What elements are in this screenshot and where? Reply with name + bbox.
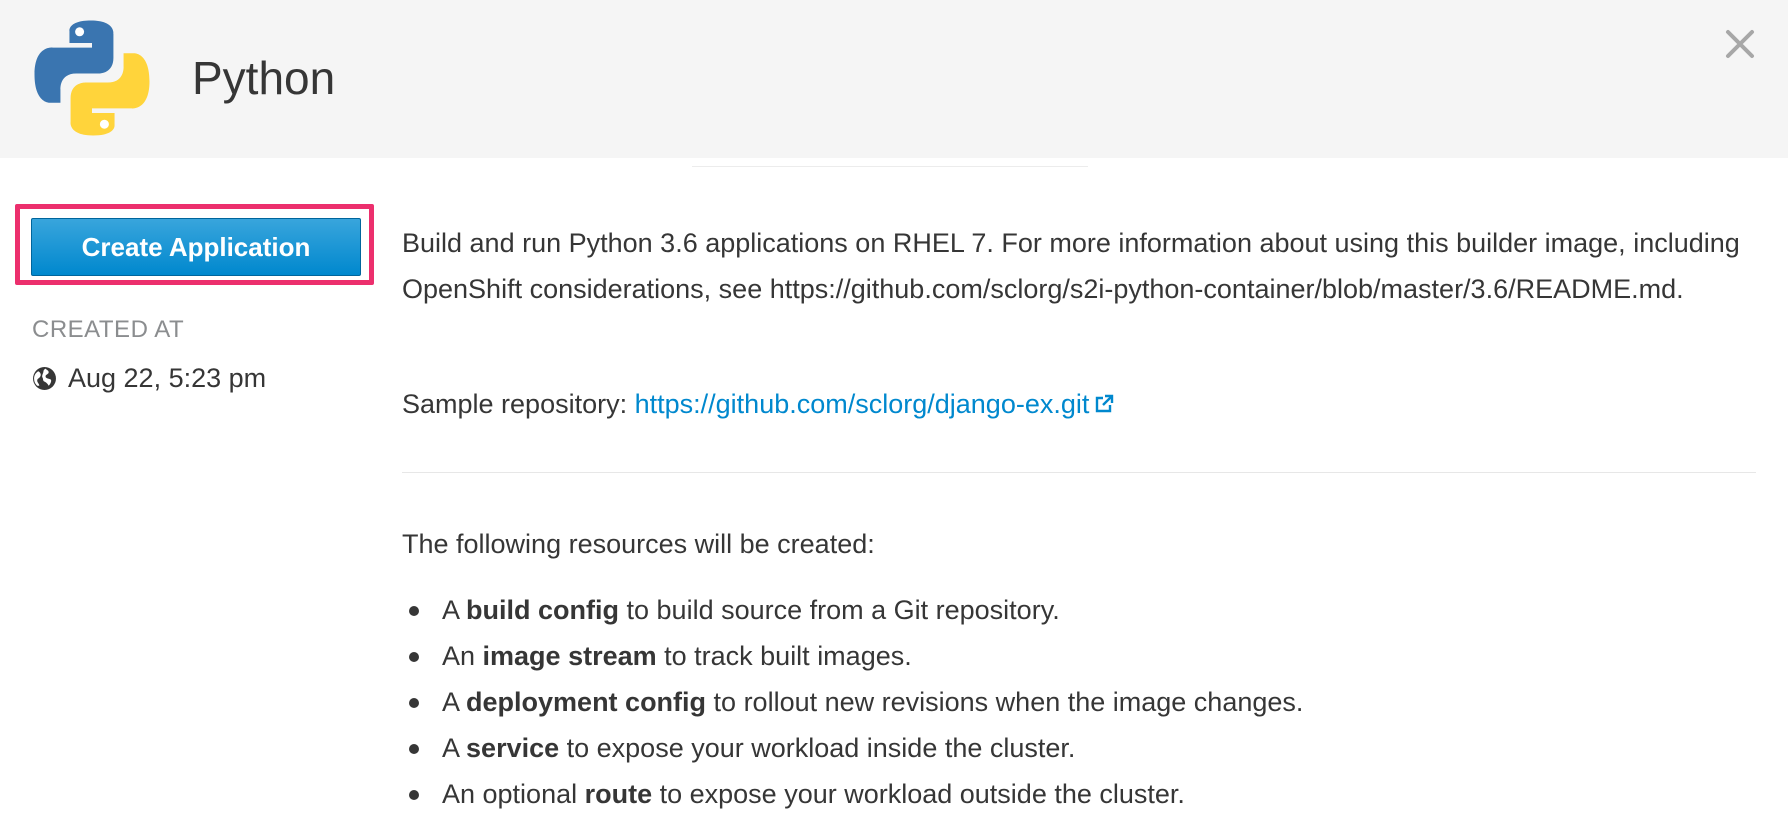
list-item: An image stream to track built images. xyxy=(402,636,1303,682)
description-section: Build and run Python 3.6 applications on… xyxy=(402,220,1758,312)
resources-intro: The following resources will be created: xyxy=(402,529,875,559)
resources-list: A build config to build source from a Gi… xyxy=(402,590,1303,820)
page-title: Python xyxy=(192,52,336,104)
header-divider xyxy=(692,166,1088,167)
created-at-label: CREATED AT xyxy=(32,316,185,343)
bullet-icon xyxy=(409,652,419,662)
bullet-icon xyxy=(409,790,419,800)
created-at-row: Aug 22, 5:23 pm xyxy=(32,360,266,396)
bullet-icon xyxy=(409,606,419,616)
list-item: A deployment config to rollout new revis… xyxy=(402,682,1303,728)
sample-repository-link[interactable]: https://github.com/sclorg/django-ex.git xyxy=(635,389,1116,419)
section-divider xyxy=(402,472,1756,473)
description-text: Build and run Python 3.6 applications on… xyxy=(402,228,1740,304)
list-item: A build config to build source from a Gi… xyxy=(402,590,1303,636)
sample-repository: Sample repository: https://github.com/sc… xyxy=(402,384,1115,424)
modal-header: Python xyxy=(0,0,1788,158)
globe-icon xyxy=(33,366,56,390)
created-at-value: Aug 22, 5:23 pm xyxy=(68,362,267,393)
bullet-icon xyxy=(409,744,419,754)
sample-repository-label: Sample repository: xyxy=(402,389,628,419)
list-item: A service to expose your workload inside… xyxy=(402,728,1303,774)
bullet-icon xyxy=(409,698,419,708)
create-application-button[interactable]: Create Application xyxy=(31,218,361,276)
python-logo-icon xyxy=(34,20,150,136)
close-icon[interactable] xyxy=(1722,26,1758,62)
list-item: An optional route to expose your workloa… xyxy=(402,774,1303,820)
external-link-icon xyxy=(1096,394,1114,413)
